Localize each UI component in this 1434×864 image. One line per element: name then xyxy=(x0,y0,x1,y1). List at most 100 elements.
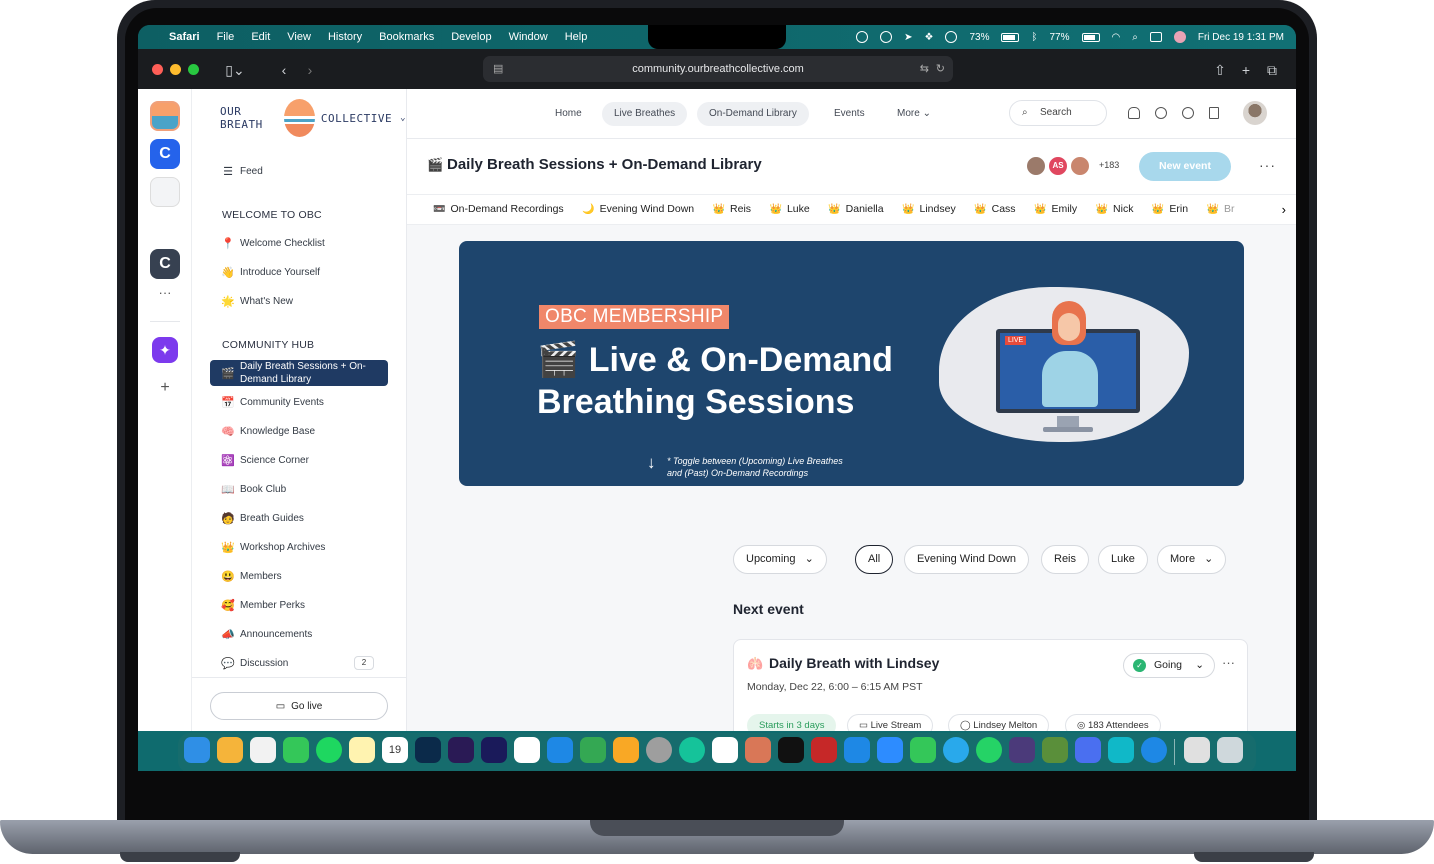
menu-view[interactable]: View xyxy=(287,31,311,43)
dictionary-icon[interactable] xyxy=(811,737,837,763)
attendees-tag[interactable]: ◎ 183 Attendees xyxy=(1065,714,1161,731)
notes-icon[interactable] xyxy=(349,737,375,763)
translate-icon[interactable]: ⇆ xyxy=(920,56,929,82)
add-community-icon[interactable]: + xyxy=(150,379,180,399)
nav-home[interactable]: Home xyxy=(543,102,594,126)
downloads-stack-icon[interactable] xyxy=(1184,737,1210,763)
brush-app-icon[interactable] xyxy=(1042,737,1068,763)
finder-icon[interactable] xyxy=(184,737,210,763)
messages-icon[interactable] xyxy=(1155,107,1167,119)
filter-more-dropdown[interactable]: More ⌄ xyxy=(1157,545,1227,574)
event-title[interactable]: Daily Breath with Lindsey xyxy=(769,655,939,671)
battery-icon-2[interactable] xyxy=(1081,32,1100,42)
chat-threads-icon[interactable] xyxy=(1182,107,1194,119)
files-app-icon[interactable] xyxy=(1075,737,1101,763)
sidebar-item-introduce-yourself[interactable]: 👋 Introduce Yourself xyxy=(210,259,388,285)
menu-file[interactable]: File xyxy=(217,31,235,43)
spotlight-search-icon[interactable]: ⌕ xyxy=(1132,32,1138,43)
sparkle-ai-icon[interactable]: ✦ xyxy=(152,337,178,363)
menu-edit[interactable]: Edit xyxy=(251,31,270,43)
minimize-window-button[interactable] xyxy=(170,64,181,75)
strip-link-nick[interactable]: 👑 Nick xyxy=(1096,203,1134,215)
messages-app-icon[interactable] xyxy=(283,737,309,763)
share-icon[interactable]: ⇧ xyxy=(1210,59,1230,81)
member-avatar[interactable] xyxy=(1069,155,1091,177)
zoom-icon[interactable] xyxy=(877,737,903,763)
rsvp-going-dropdown[interactable]: ✓ Going ⌄ xyxy=(1123,653,1215,678)
spotify-icon[interactable] xyxy=(316,737,342,763)
sidebar-item-member-perks[interactable]: 🥰 Member Perks xyxy=(210,592,388,618)
nav-live-breathes[interactable]: Live Breathes xyxy=(602,102,688,126)
dropbox-status-icon[interactable]: ❖ xyxy=(925,32,934,43)
brand-chevron-down-icon[interactable]: ⌄ xyxy=(400,113,406,123)
bluetooth-icon[interactable]: ᛒ xyxy=(1031,32,1037,43)
user-avatar[interactable] xyxy=(1243,101,1267,125)
more-communities-icon[interactable]: ··· xyxy=(150,285,180,303)
launcher-icon[interactable] xyxy=(217,737,243,763)
paper-plane-icon[interactable] xyxy=(250,737,276,763)
obsidian-icon[interactable] xyxy=(1009,737,1035,763)
address-bar[interactable]: ▤ community.ourbreathcollective.com ⇆ ↻ xyxy=(483,56,953,82)
photoshop-icon[interactable] xyxy=(415,737,441,763)
community-obc-logo[interactable] xyxy=(150,101,180,131)
forward-arrow-icon[interactable]: › xyxy=(300,59,320,81)
nav-more[interactable]: More ⌄ xyxy=(885,102,943,126)
battery-icon-1[interactable] xyxy=(1001,32,1020,42)
sidebar-item-science-corner[interactable]: ⚛️ Science Corner xyxy=(210,447,388,473)
strip-link-evening-wind-down[interactable]: 🌙 Evening Wind Down xyxy=(582,203,694,215)
system-settings-icon[interactable] xyxy=(646,737,672,763)
search-input[interactable]: ⌕ Search xyxy=(1009,100,1107,126)
sidebar-item-whats-new[interactable]: 🌟 What's New xyxy=(210,288,388,314)
member-count[interactable]: +183 xyxy=(1099,160,1119,170)
sidebar-item-members[interactable]: 😃 Members xyxy=(210,563,388,589)
sidebar-item-breath-guides[interactable]: 🧑 Breath Guides xyxy=(210,505,388,531)
whatsapp-icon[interactable] xyxy=(976,737,1002,763)
claude-icon[interactable] xyxy=(745,737,771,763)
sidebar-item-daily-breath-sessions[interactable]: 🎬 Daily Breath Sessions + On-Demand Libr… xyxy=(210,360,388,386)
menu-window[interactable]: Window xyxy=(509,31,548,43)
perplexity-icon[interactable] xyxy=(778,737,804,763)
numbers-icon[interactable] xyxy=(580,737,606,763)
wifi-icon[interactable]: ◠ xyxy=(1112,32,1121,43)
calendar-app-icon[interactable]: 19 xyxy=(382,737,408,763)
strip-link-cass[interactable]: 👑 Cass xyxy=(974,203,1015,215)
sidebar-item-discussion[interactable]: 💬 Discussion 2 xyxy=(210,650,388,676)
sidebar-item-community-events[interactable]: 📅 Community Events xyxy=(210,389,388,415)
safari-icon[interactable] xyxy=(1141,737,1167,763)
focus-status-icon[interactable] xyxy=(945,31,958,43)
member-avatar[interactable] xyxy=(1025,155,1047,177)
sidebar-item-feed[interactable]: ☰ Feed xyxy=(210,158,388,184)
sidebar-item-knowledge-base[interactable]: 🧠 Knowledge Base xyxy=(210,418,388,444)
sidebar-item-welcome-checklist[interactable]: 📍 Welcome Checklist xyxy=(210,230,388,256)
photos-icon[interactable] xyxy=(514,737,540,763)
reload-icon[interactable]: ↻ xyxy=(936,56,945,82)
brand-logo[interactable]: OUR BREATH COLLECTIVE ⌄ xyxy=(220,97,406,139)
notion-icon[interactable] xyxy=(712,737,738,763)
go-live-button[interactable]: ▭ Go live xyxy=(210,692,388,720)
trash-icon[interactable] xyxy=(1217,737,1243,763)
send-status-icon[interactable]: ➤ xyxy=(904,32,912,43)
menu-safari[interactable]: Safari xyxy=(169,31,200,43)
zoom-window-button[interactable] xyxy=(188,64,199,75)
community-circle-icon[interactable]: C xyxy=(150,139,180,169)
event-options-icon[interactable]: ··· xyxy=(1222,655,1235,670)
sidebar-item-workshop-archives[interactable]: 👑 Workshop Archives xyxy=(210,534,388,560)
strip-scroll-right-icon[interactable]: › xyxy=(1275,202,1286,217)
script-app-icon[interactable] xyxy=(1108,737,1134,763)
strip-link-reis[interactable]: 👑 Reis xyxy=(713,203,751,215)
user-status-icon[interactable] xyxy=(1173,31,1186,43)
community-chart-icon[interactable] xyxy=(150,177,180,207)
community-circle-dark-icon[interactable]: C xyxy=(150,249,180,279)
sidebar-item-book-club[interactable]: 📖 Book Club xyxy=(210,476,388,502)
menu-bookmarks[interactable]: Bookmarks xyxy=(379,31,434,43)
space-options-icon[interactable]: ··· xyxy=(1259,157,1276,173)
premiere-icon[interactable] xyxy=(448,737,474,763)
keynote-icon[interactable] xyxy=(547,737,573,763)
strip-link-daniella[interactable]: 👑 Daniella xyxy=(828,203,883,215)
menubar-clock[interactable]: Fri Dec 19 1:31 PM xyxy=(1198,32,1284,43)
bookmark-icon[interactable] xyxy=(1209,107,1219,119)
pages-icon[interactable] xyxy=(613,737,639,763)
strip-link-emily[interactable]: 👑 Emily xyxy=(1034,203,1077,215)
strip-link-recordings[interactable]: 📼 On-Demand Recordings xyxy=(433,203,564,215)
section-heading-community-hub[interactable]: COMMUNITY HUB xyxy=(222,339,314,351)
